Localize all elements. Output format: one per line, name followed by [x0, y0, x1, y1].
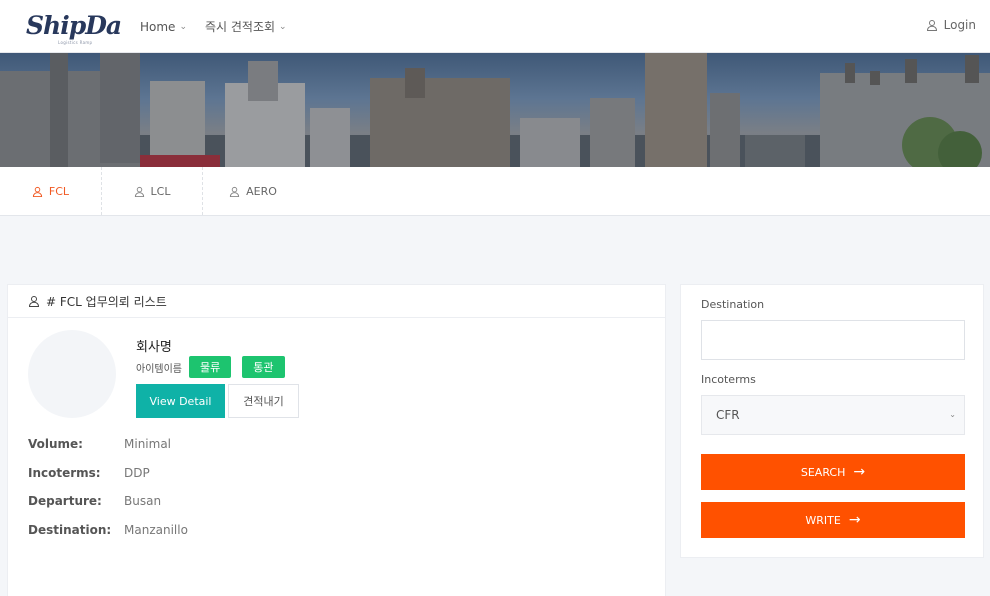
spec-destination: Destination: Manzanillo: [28, 523, 188, 537]
company-name: 회사명: [136, 340, 172, 355]
logo-text: ShipDa: [26, 11, 122, 40]
badge-logistics: 물류: [189, 356, 232, 378]
spec-value: DDP: [124, 466, 150, 480]
item-name: 아이템이름: [136, 363, 182, 375]
main-nav: Home ⌄ 즉시 견적조회 ⌄: [140, 18, 287, 35]
spec-value: Busan: [124, 494, 162, 508]
user-icon: [926, 20, 937, 31]
badge-customs: 통관: [242, 356, 285, 378]
tab-lcl-label: LCL: [150, 184, 171, 198]
nav-instant-quote-label: 즉시 견적조회: [204, 20, 276, 34]
chevron-down-icon: ⌄: [279, 21, 287, 32]
spec-incoterms: Incoterms: DDP: [28, 466, 150, 480]
user-icon: [134, 186, 144, 197]
login-label: Login: [943, 18, 976, 32]
chevron-down-icon: ⌄: [949, 410, 956, 419]
incoterms-label: Incoterms: [701, 373, 756, 386]
write-button[interactable]: WRITE →: [701, 502, 965, 538]
view-detail-button[interactable]: View Detail: [136, 384, 225, 418]
spec-key: Departure:: [28, 494, 102, 508]
logo-tagline: Logistics Ramp: [58, 40, 93, 45]
search-filter-panel: Destination Incoterms CFR ⌄ SEARCH → WRI…: [680, 284, 984, 558]
tab-fcl[interactable]: FCL: [0, 167, 101, 215]
tab-aero-label: AERO: [246, 184, 277, 198]
search-button[interactable]: SEARCH →: [701, 454, 965, 490]
spec-key: Incoterms:: [28, 466, 101, 480]
spec-key: Destination:: [28, 523, 112, 537]
spec-departure: Departure: Busan: [28, 494, 161, 508]
user-icon: [28, 296, 40, 307]
user-icon: [230, 186, 240, 197]
arrow-right-icon: →: [848, 512, 861, 528]
transport-tabs: FCL LCL AERO: [0, 167, 990, 216]
incoterms-value: CFR: [716, 408, 740, 422]
arrow-right-icon: →: [853, 464, 866, 480]
item-row: 아이템이름 물류 통관: [136, 356, 285, 378]
list-header: # FCL 업무의뢰 리스트: [8, 285, 665, 318]
spec-volume: Volume: Minimal: [28, 437, 171, 451]
list-title: # FCL 업무의뢰 리스트: [46, 294, 167, 309]
nav-home[interactable]: Home ⌄: [140, 18, 187, 35]
fcl-request-list: # FCL 업무의뢰 리스트 회사명 아이템이름 물류 통관 View Deta…: [7, 284, 666, 596]
login-link[interactable]: Login: [926, 18, 976, 32]
tab-aero[interactable]: AERO: [202, 167, 303, 215]
nav-home-label: Home: [140, 19, 176, 34]
company-avatar: [28, 330, 116, 418]
spec-value: Manzanillo: [124, 523, 188, 537]
nav-instant-quote[interactable]: 즉시 견적조회 ⌄: [205, 18, 287, 35]
destination-input[interactable]: [701, 320, 965, 360]
hero-skyline-image: [0, 53, 990, 167]
quote-button[interactable]: 견적내기: [228, 384, 299, 418]
write-label: WRITE: [805, 513, 841, 527]
tab-fcl-label: FCL: [48, 184, 70, 198]
chevron-down-icon: ⌄: [179, 21, 187, 32]
shipda-logo[interactable]: ShipDa Logistics Ramp: [26, 11, 122, 46]
tab-lcl[interactable]: LCL: [101, 167, 202, 215]
incoterms-select[interactable]: CFR ⌄: [701, 395, 965, 435]
destination-label: Destination: [701, 298, 765, 311]
top-navbar: ShipDa Logistics Ramp Home ⌄ 즉시 견적조회 ⌄ L…: [0, 0, 990, 53]
search-label: SEARCH: [800, 465, 846, 479]
user-icon: [32, 186, 43, 197]
spec-value: Minimal: [124, 437, 172, 451]
hero-banner: [0, 53, 990, 167]
spec-key: Volume:: [28, 437, 83, 451]
